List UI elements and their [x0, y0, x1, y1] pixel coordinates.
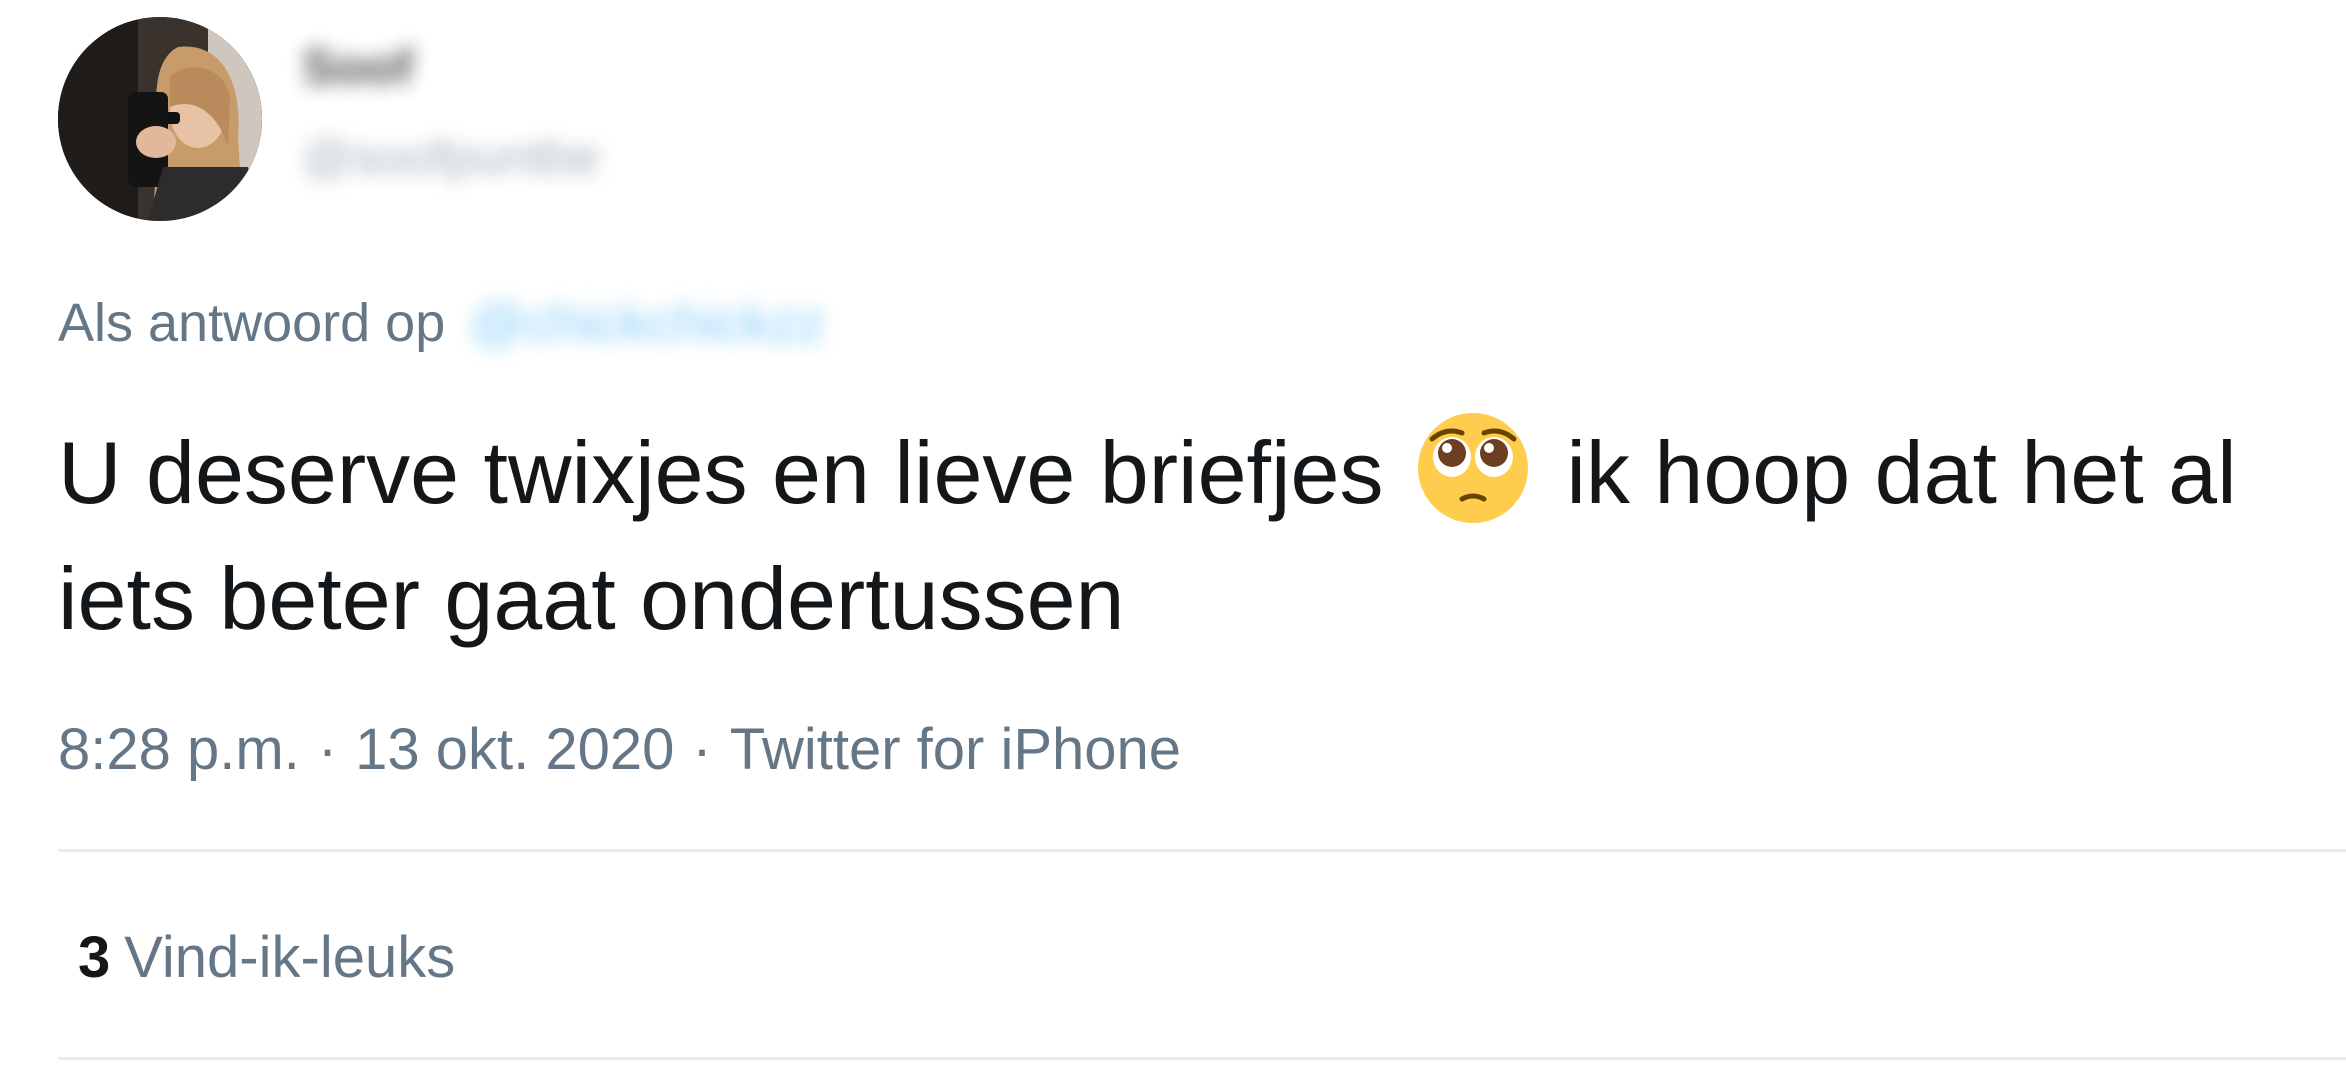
meta-separator: · [317, 717, 338, 782]
tweet-detail: Soof @soofpuntbe Als antwoord op @chickc… [0, 0, 2346, 1074]
divider [58, 1057, 2346, 1060]
tweet-text: U deserve twixjes en lieve briefjes ik h… [58, 410, 2318, 662]
tweet-source[interactable]: Twitter for iPhone [730, 717, 1181, 782]
author-handle[interactable]: @soofpuntbe [302, 128, 600, 186]
reply-prefix: Als antwoord op [58, 293, 446, 353]
reply-mention-link[interactable]: @chickchickzz [470, 292, 825, 354]
likes-label: Vind-ik-leuks [124, 925, 456, 990]
tweet-text-part-1: U deserve twixjes en lieve briefjes [58, 423, 1384, 522]
divider [58, 849, 2346, 852]
pleading-face-icon [1416, 411, 1530, 525]
likes-count: 3 [78, 925, 111, 990]
tweet-meta: 8:28 p.m. · 13 okt. 2020 · Twitter for iPhon… [58, 716, 1181, 783]
reply-context: Als antwoord op @chickchickzz [58, 292, 825, 354]
profile-photo-icon [58, 17, 262, 221]
tweet-time[interactable]: 8:28 p.m. [58, 717, 300, 782]
meta-separator: · [692, 717, 712, 782]
tweet-date[interactable]: 13 okt. 2020 [355, 717, 674, 782]
author-display-name[interactable]: Soof [302, 38, 413, 96]
avatar[interactable] [58, 17, 262, 221]
likes-link[interactable]: 3 Vind-ik-leuks [78, 924, 455, 991]
